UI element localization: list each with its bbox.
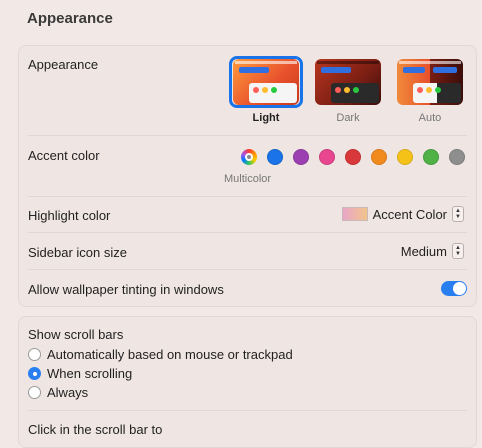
sidebar-icon-size-value: Medium xyxy=(400,243,447,259)
divider xyxy=(28,135,467,136)
wallpaper-tinting-label: Allow wallpaper tinting in windows xyxy=(28,282,224,297)
click-scroll-bar-label: Click in the scroll bar to xyxy=(28,422,163,437)
popup-chevron-icon: ▲ ▼ xyxy=(452,206,464,222)
sidebar-icon-size-label: Sidebar icon size xyxy=(28,245,127,260)
scroll-option-always-label: Always xyxy=(47,385,89,400)
scroll-option-when-scrolling-label: When scrolling xyxy=(47,366,133,381)
radio-button[interactable] xyxy=(28,367,41,380)
accent-red-swatch[interactable] xyxy=(345,149,361,165)
accent-blue-swatch[interactable] xyxy=(267,149,283,165)
appearance-label: Appearance xyxy=(28,57,99,72)
wallpaper-tinting-toggle[interactable] xyxy=(441,281,467,296)
light-thumbnail xyxy=(233,59,299,105)
appearance-auto-label: Auto xyxy=(418,112,442,124)
scroll-option-always[interactable]: Always xyxy=(28,385,88,400)
divider xyxy=(28,269,467,270)
show-scroll-bars-label: Show scroll bars xyxy=(28,327,124,342)
accent-green-swatch[interactable] xyxy=(423,149,439,165)
accent-yellow-swatch[interactable] xyxy=(397,149,413,165)
divider xyxy=(28,196,467,197)
accent-graphite-swatch[interactable] xyxy=(449,149,465,165)
scroll-option-automatic-label: Automatically based on mouse or trackpad xyxy=(47,347,293,362)
appearance-dark-label: Dark xyxy=(336,112,360,124)
scroll-section: Show scroll bars Automatically based on … xyxy=(18,316,477,448)
highlight-color-value: Accent Color xyxy=(372,206,447,222)
accent-pink-swatch[interactable] xyxy=(319,149,335,165)
appearance-light-option[interactable] xyxy=(229,56,303,108)
appearance-auto-option[interactable] xyxy=(393,56,467,108)
radio-button[interactable] xyxy=(28,348,41,361)
dark-thumbnail xyxy=(315,59,381,105)
multicolor-label: Multicolor xyxy=(224,173,272,185)
highlight-color-label: Highlight color xyxy=(28,208,111,223)
sidebar-icon-size-popup[interactable]: Medium ▲ ▼ xyxy=(401,243,464,259)
divider xyxy=(28,410,467,411)
auto-thumbnail xyxy=(397,59,463,105)
divider xyxy=(28,232,467,233)
highlight-color-popup[interactable]: Accent Color ▲ ▼ xyxy=(341,206,464,222)
appearance-dark-option[interactable] xyxy=(311,56,385,108)
accent-purple-swatch[interactable] xyxy=(293,149,309,165)
appearance-section: Appearance Light Dark Auto Accent color … xyxy=(18,45,477,307)
accent-orange-swatch[interactable] xyxy=(371,149,387,165)
accent-color-label: Accent color xyxy=(28,148,100,163)
page-title: Appearance xyxy=(27,10,113,27)
appearance-light-label: Light xyxy=(252,112,280,124)
popup-chevron-icon: ▲ ▼ xyxy=(452,243,464,259)
scroll-option-automatic[interactable]: Automatically based on mouse or trackpad xyxy=(28,347,293,362)
accent-multicolor-swatch[interactable] xyxy=(241,149,257,165)
radio-button[interactable] xyxy=(28,386,41,399)
highlight-color-preview xyxy=(341,207,368,221)
scroll-option-when-scrolling[interactable]: When scrolling xyxy=(28,366,132,381)
